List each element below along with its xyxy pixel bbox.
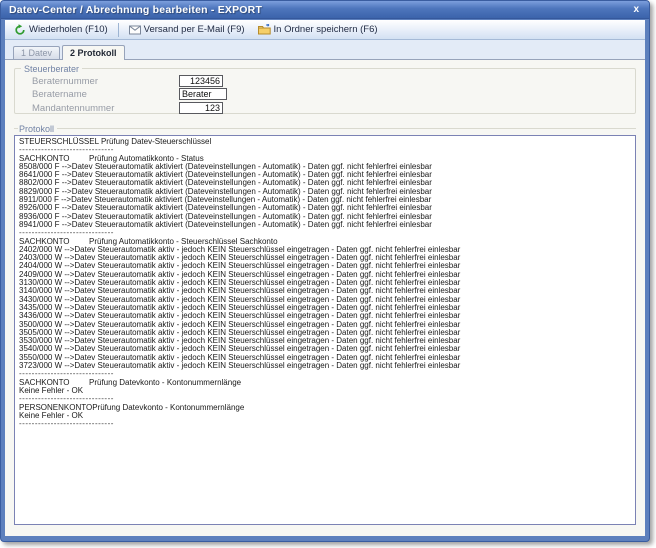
- protokoll-block-header: SACHKONTOPrüfung Datevkonto - Kontonumme…: [19, 379, 631, 387]
- title-bar: Datev-Center / Abrechnung bearbeiten - E…: [1, 1, 649, 19]
- mandantennummer-input[interactable]: [179, 102, 223, 114]
- toolbar-button-label: Versand per E-Mail (F9): [144, 24, 245, 35]
- folder-icon: [258, 24, 271, 35]
- toolbar-button-2[interactable]: Versand per E-Mail (F9): [124, 22, 250, 37]
- toolbar: Wiederholen (F10) Versand per E-Mail (F9)…: [5, 20, 645, 40]
- protokoll-group-labelrow: Protokoll: [14, 124, 636, 133]
- protokoll-separator: ------------------------------: [19, 420, 631, 428]
- tab-strip: 1 Datev2 Protokoll: [5, 40, 645, 59]
- mandantennummer-label: Mandantennummer: [32, 103, 114, 114]
- beratername-label: Beratername: [32, 89, 87, 100]
- window-body: Wiederholen (F10) Versand per E-Mail (F9)…: [5, 20, 645, 536]
- field-row: Beraternummer: [15, 75, 635, 88]
- page-title: Datev-Center / Abrechnung bearbeiten - E…: [9, 4, 631, 16]
- email-icon: [129, 25, 141, 35]
- toolbar-button-3[interactable]: In Ordner speichern (F6): [253, 22, 383, 37]
- window: Datev-Center / Abrechnung bearbeiten - E…: [0, 0, 650, 542]
- toolbar-separator: [118, 23, 119, 37]
- protokoll-group: Protokoll STEUERSCHLÜSSEL Prüfung Datev-…: [14, 124, 636, 525]
- steuerberater-group-label: Steuerberater: [21, 64, 82, 74]
- field-row: Beratername: [15, 88, 635, 101]
- check-description: Prüfung Datevkonto - Kontonummernlänge: [89, 378, 241, 387]
- tab-2-protokoll[interactable]: 2 Protokoll: [62, 45, 125, 60]
- check-description: Prüfung Datevkonto - Kontonummernlänge: [92, 403, 244, 412]
- refresh-icon: [14, 24, 26, 36]
- steuerberater-group: Steuerberater BeraternummerBeraternameMa…: [14, 68, 636, 114]
- tab-panel-protokoll: Steuerberater Beraternummer Beratername Ma…: [5, 59, 645, 536]
- toolbar-button-label: In Ordner speichern (F6): [274, 24, 378, 35]
- toolbar-button-label: Wiederholen (F10): [29, 24, 108, 35]
- protokoll-block-header: PERSONENKONTOPrüfung Datevkonto - Konton…: [19, 404, 631, 412]
- protokoll-group-label: Protokoll: [18, 124, 57, 134]
- protokoll-text[interactable]: STEUERSCHLÜSSEL Prüfung Datev-Steuerschl…: [14, 135, 636, 525]
- close-icon[interactable]: x: [631, 4, 641, 15]
- groupbox-line: [57, 128, 636, 129]
- tab-1-datev[interactable]: 1 Datev: [13, 46, 60, 59]
- toolbar-button-1[interactable]: Wiederholen (F10): [9, 22, 113, 38]
- beratername-input[interactable]: [179, 88, 227, 100]
- field-row: Mandantennummer: [15, 102, 635, 115]
- beraternummer-label: Beraternummer: [32, 76, 98, 87]
- beraternummer-input[interactable]: [179, 75, 223, 87]
